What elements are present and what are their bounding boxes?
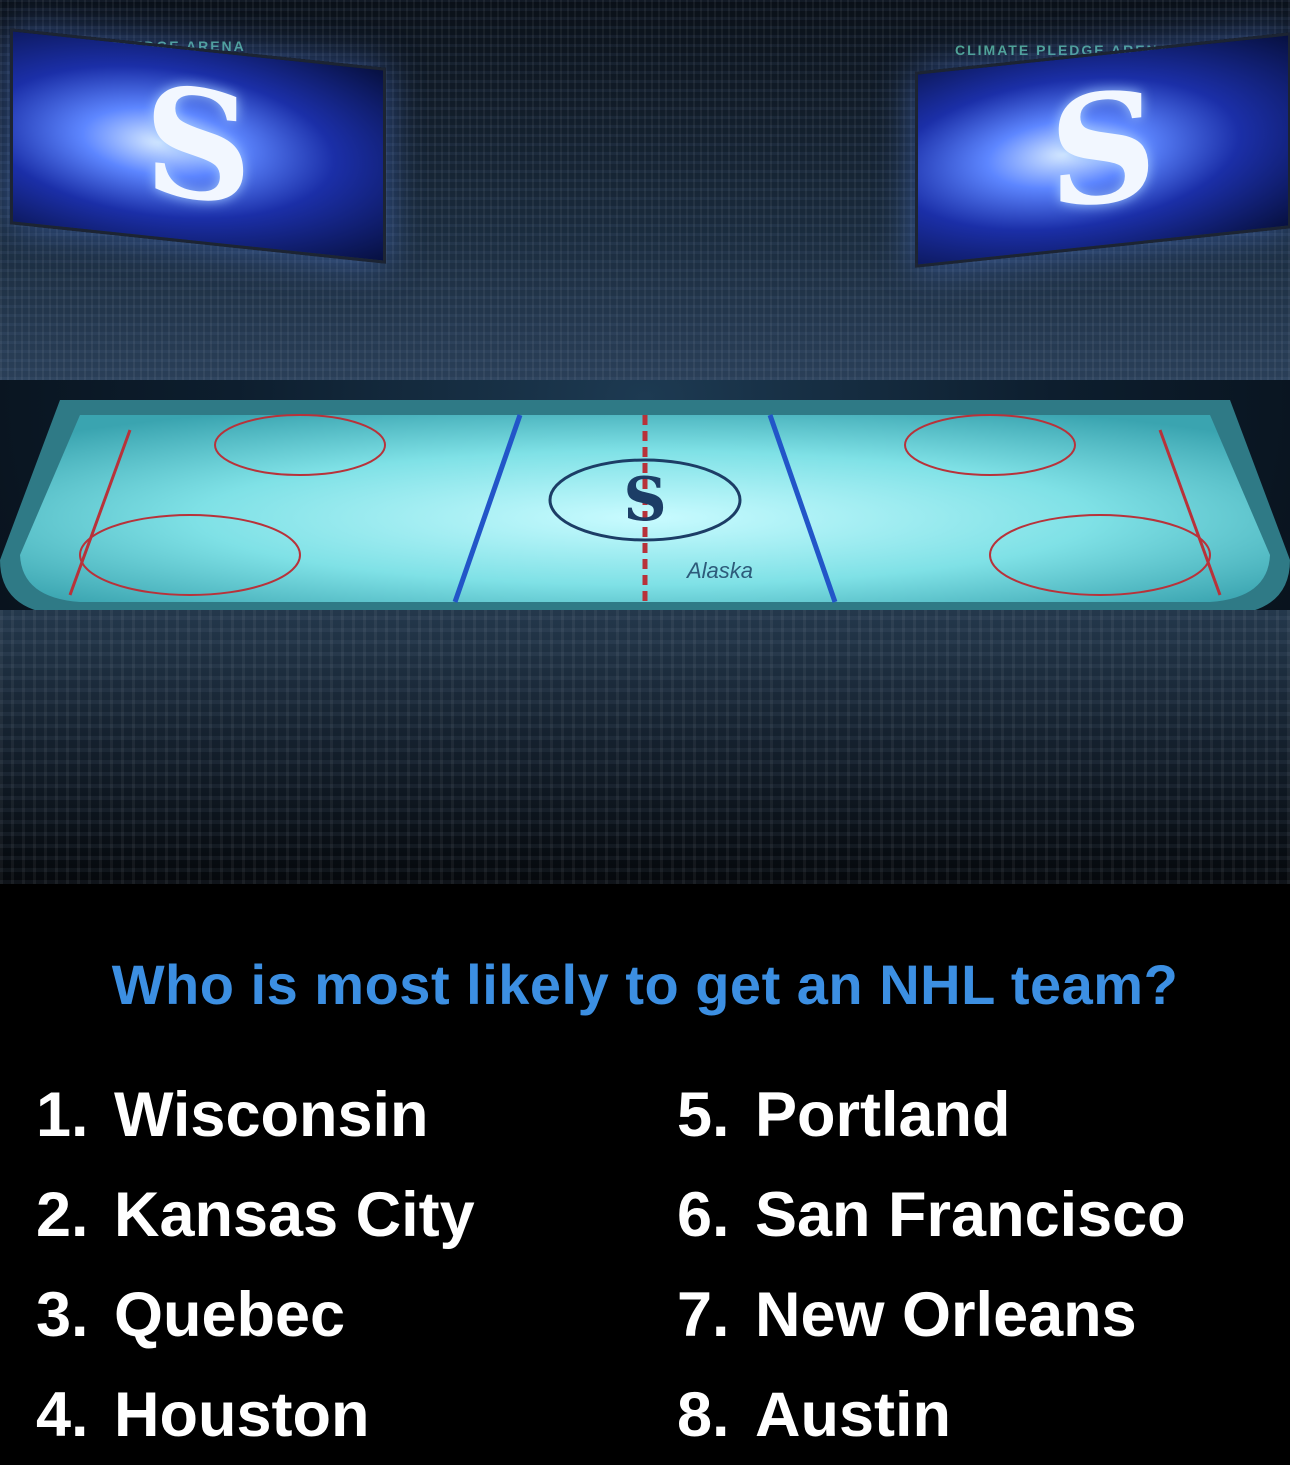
list-item: 3. Quebec (36, 1265, 475, 1365)
arena-photo: CLIMATE PLEDGE ARENA CLIMATE PLEDGE AREN… (0, 0, 1290, 884)
kraken-logo-icon: S (1048, 56, 1158, 244)
option-number: 3. (36, 1280, 89, 1350)
lower-crowd (0, 610, 1290, 884)
question-heading: Who is most likely to get an NHL team? (111, 953, 1179, 1016)
jumbotron-left: S (10, 28, 386, 264)
list-item: 1. Wisconsin (36, 1065, 475, 1165)
kraken-logo-icon: S (143, 52, 253, 240)
list-item: 8. Austin (677, 1365, 1186, 1465)
option-name: Austin (755, 1380, 951, 1450)
option-name: New Orleans (755, 1280, 1137, 1350)
option-number: 6. (677, 1180, 730, 1250)
option-name: Quebec (114, 1280, 346, 1350)
options-list-left: 1. Wisconsin 2. Kansas City 3. Quebec 4. Hou… (36, 1065, 475, 1465)
kraken-logo-icon: S (623, 465, 666, 535)
list-item: 5. Portland (677, 1065, 1186, 1165)
option-name: Portland (755, 1080, 1011, 1150)
list-item: 6. San Francisco (677, 1165, 1186, 1265)
option-number: 5. (677, 1080, 730, 1150)
option-number: 4. (36, 1380, 89, 1450)
option-number: 2. (36, 1180, 89, 1250)
option-number: 1. (36, 1080, 89, 1150)
list-item: 7. New Orleans (677, 1265, 1186, 1365)
option-number: 8. (677, 1380, 730, 1450)
option-name: Kansas City (114, 1180, 475, 1250)
hockey-rink: S Alaska (0, 400, 1290, 615)
option-name: Wisconsin (114, 1080, 429, 1150)
jumbotron-right: S (915, 32, 1290, 268)
list-item: 4. Houston (36, 1365, 475, 1465)
options-list-right: 5. Portland 6. San Francisco 7. New Orleans… (677, 1065, 1186, 1465)
list-item: 2. Kansas City (36, 1165, 475, 1265)
option-number: 7. (677, 1280, 730, 1350)
rink-sponsor-logo: Alaska (685, 558, 753, 583)
option-name: San Francisco (755, 1180, 1186, 1250)
option-name: Houston (114, 1380, 370, 1450)
